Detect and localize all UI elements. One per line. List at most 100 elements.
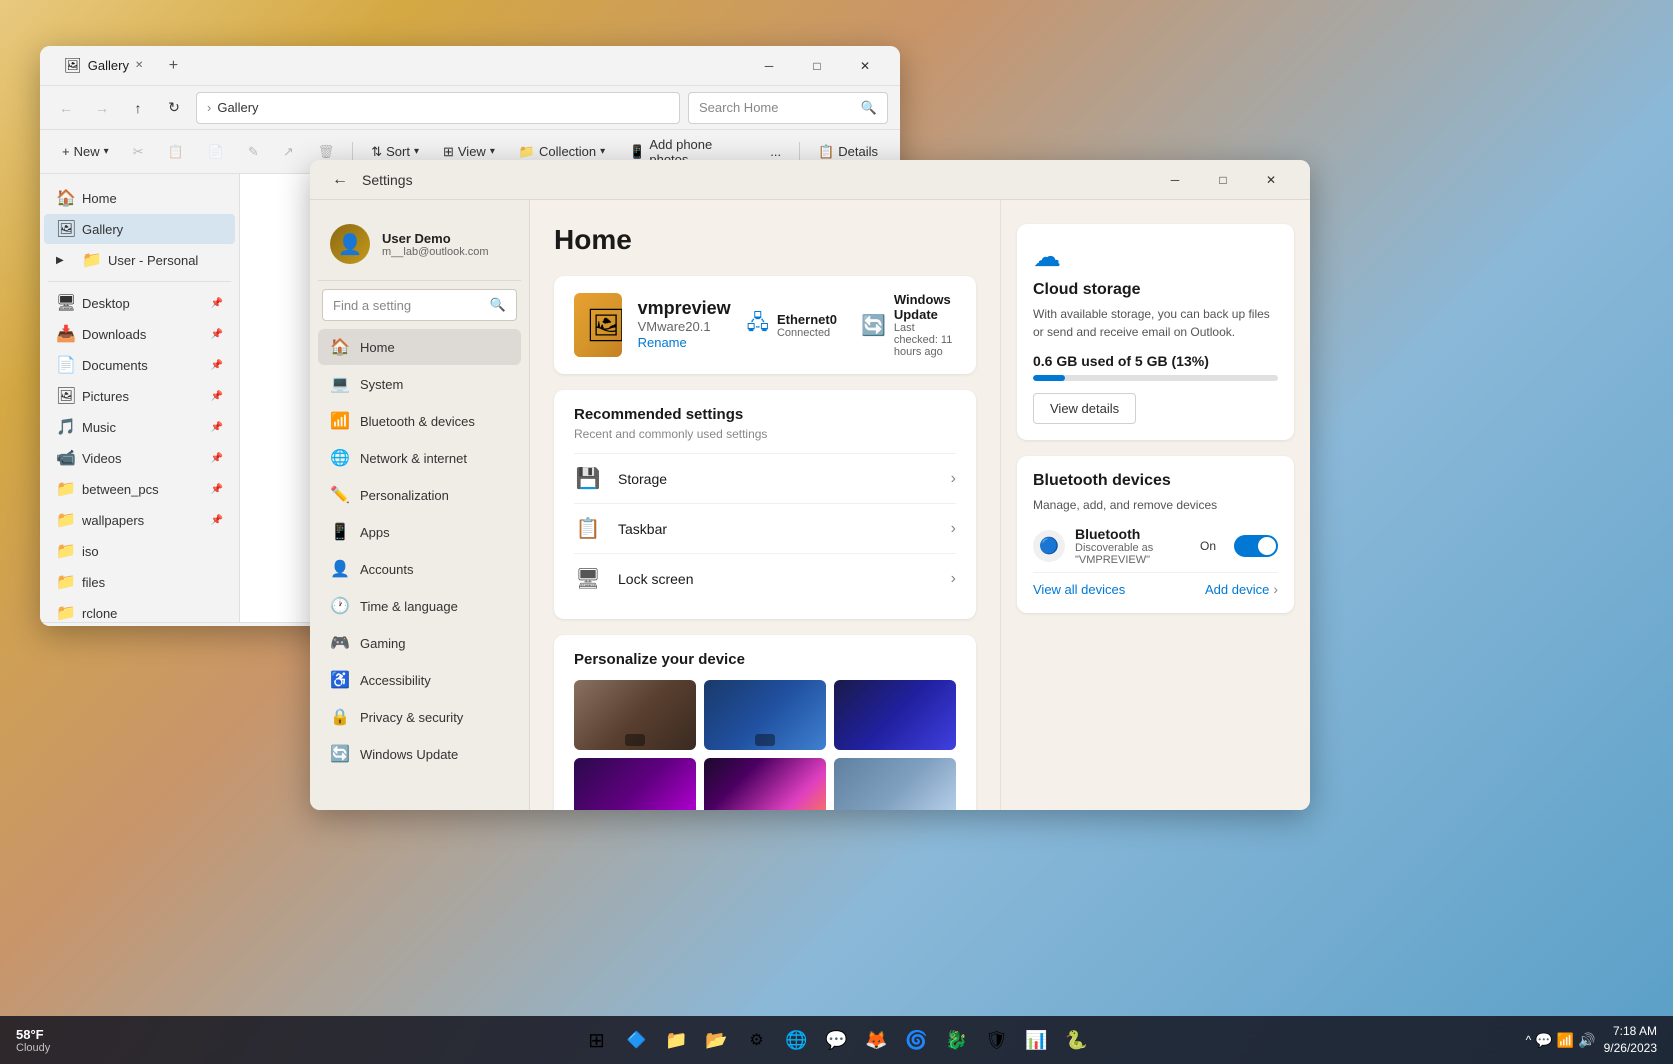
back-button[interactable]: ← <box>52 94 80 122</box>
wallpaper-5[interactable] <box>704 758 826 810</box>
settings-user-profile[interactable]: 👤 User Demo m__lab@outlook.com <box>318 216 521 281</box>
settings-nav-accessibility[interactable]: ♿ Accessibility <box>318 662 521 698</box>
wallpaper-4[interactable] <box>574 758 696 810</box>
file-explorer-taskbar-btn[interactable]: 📁 <box>659 1022 695 1058</box>
paste-button[interactable]: 📄 <box>198 140 234 164</box>
sidebar-item-videos[interactable]: 📹 Videos 📌 <box>44 443 235 473</box>
sidebar-item-wallpapers[interactable]: 📁 wallpapers 📌 <box>44 505 235 535</box>
wallpaper-1[interactable] <box>574 680 696 750</box>
sidebar-item-desktop[interactable]: 🖥 Desktop 📌 <box>44 288 235 318</box>
rename-button[interactable]: ✎ <box>238 140 269 164</box>
apps-nav-icon: 📱 <box>330 522 350 542</box>
system-nav-label: System <box>360 377 403 392</box>
settings-nav-bluetooth[interactable]: 📶 Bluetooth & devices <box>318 403 521 439</box>
new-button[interactable]: + New ▾ <box>52 140 119 163</box>
accessibility-nav-icon: ♿ <box>330 670 350 690</box>
settings-nav-network[interactable]: 🌐 Network & internet <box>318 440 521 476</box>
view-label: View <box>458 144 486 159</box>
sidebar-divider <box>48 281 231 282</box>
pin-icon-6: 📌 <box>211 453 223 464</box>
terminal-taskbar-btn[interactable]: 💬 <box>819 1022 855 1058</box>
sidebar-item-rclone[interactable]: 📁 rclone <box>44 598 235 622</box>
edge-taskbar-btn[interactable]: 🌐 <box>779 1022 815 1058</box>
sidebar-item-documents[interactable]: 📄 Documents 📌 <box>44 350 235 380</box>
wallpaper-6[interactable] <box>834 758 956 810</box>
sidebar-item-user[interactable]: ▶ 📁 User - Personal <box>44 245 235 275</box>
forward-button[interactable]: → <box>88 94 116 122</box>
avatar-icon: 👤 <box>338 232 363 257</box>
new-tab-button[interactable]: + <box>159 52 187 80</box>
profile-info: vmpreview VMware20.1 Rename <box>638 298 731 352</box>
profile-card: 🖼 vmpreview VMware20.1 Rename 🖧 Ethernet… <box>554 276 976 374</box>
sidebar-item-between-pcs[interactable]: 📁 between_pcs 📌 <box>44 474 235 504</box>
settings-nav-apps[interactable]: 📱 Apps <box>318 514 521 550</box>
chrome-taskbar-btn[interactable]: 🐉 <box>939 1022 975 1058</box>
search-bar[interactable]: Search Home 🔍 <box>688 92 888 124</box>
settings-nav-accounts[interactable]: 👤 Accounts <box>318 551 521 587</box>
start-button[interactable]: ⊞ <box>579 1022 615 1058</box>
explorer-window-controls: ─ □ ✕ <box>746 50 888 82</box>
copy-button[interactable]: 📋 <box>158 140 194 164</box>
settings-right-panel: ☁ Cloud storage With available storage, … <box>1000 200 1310 810</box>
view-all-devices-link[interactable]: View all devices <box>1033 582 1125 597</box>
desktop-icon: 🖥 <box>56 293 74 313</box>
settings-nav-system[interactable]: 💻 System <box>318 366 521 402</box>
onenote-taskbar-btn[interactable]: 📊 <box>1019 1022 1055 1058</box>
refresh-button[interactable]: ↻ <box>160 94 188 122</box>
settings-nav-time[interactable]: 🕐 Time & language <box>318 588 521 624</box>
sidebar-item-home[interactable]: 🏠 Home <box>44 183 235 213</box>
lockscreen-rec-item[interactable]: 🖥 Lock screen › <box>574 553 956 603</box>
bluetooth-toggle[interactable] <box>1234 535 1278 557</box>
tab-close-btn[interactable]: ✕ <box>135 60 143 71</box>
settings-nav-gaming[interactable]: 🎮 Gaming <box>318 625 521 661</box>
lockscreen-arrow-icon: › <box>951 570 956 588</box>
sidebar-item-downloads[interactable]: 📥 Downloads 📌 <box>44 319 235 349</box>
taskbar-folder-btn[interactable]: 📂 <box>699 1022 735 1058</box>
brave-taskbar-btn[interactable]: 🌀 <box>899 1022 935 1058</box>
settings-minimize-btn[interactable]: ─ <box>1152 164 1198 196</box>
sidebar-wallpapers-label: wallpapers <box>82 513 144 528</box>
firefox-taskbar-btn[interactable]: 🦊 <box>859 1022 895 1058</box>
sort-dropdown-icon: ▾ <box>414 146 419 157</box>
taskbar-rec-item[interactable]: 📋 Taskbar › <box>574 503 956 553</box>
settings-nav-home[interactable]: 🏠 Home <box>318 329 521 365</box>
update-icon: 🔄 <box>861 313 886 338</box>
extra-taskbar-btn[interactable]: 🐍 <box>1059 1022 1095 1058</box>
view-details-button[interactable]: View details <box>1033 393 1136 424</box>
explorer-maximize-btn[interactable]: □ <box>794 50 840 82</box>
storage-rec-item[interactable]: 💾 Storage › <box>574 453 956 503</box>
add-device-link[interactable]: Add device <box>1205 582 1269 597</box>
settings-nav-personalization[interactable]: ✏️ Personalization <box>318 477 521 513</box>
explorer-minimize-btn[interactable]: ─ <box>746 50 792 82</box>
wallpaper-3[interactable] <box>834 680 956 750</box>
widgets-button[interactable]: 🔷 <box>619 1022 655 1058</box>
settings-nav-windows-update[interactable]: 🔄 Windows Update <box>318 736 521 772</box>
cut-button[interactable]: ✂ <box>123 140 154 164</box>
wallpaper-2[interactable] <box>704 680 826 750</box>
sidebar-item-iso[interactable]: 📁 iso <box>44 536 235 566</box>
system-tray[interactable]: ^ 💬 📶 🔊 <box>1526 1032 1596 1049</box>
address-bar[interactable]: › Gallery <box>196 92 680 124</box>
taskbar-clock[interactable]: 7:18 AM 9/26/2023 <box>1604 1023 1657 1057</box>
tab-gallery[interactable]: 🖼 Gallery ✕ <box>52 53 155 78</box>
sidebar-item-music[interactable]: 🎵 Music 📌 <box>44 412 235 442</box>
lockscreen-icon: 🖥 <box>574 566 602 591</box>
settings-search-bar[interactable]: Find a setting 🔍 <box>322 289 517 321</box>
sidebar-item-gallery[interactable]: 🖼 Gallery <box>44 214 235 244</box>
settings-taskbar-btn[interactable]: ⚙ <box>739 1022 775 1058</box>
settings-nav-privacy[interactable]: 🔒 Privacy & security <box>318 699 521 735</box>
settings-back-button[interactable]: ← <box>326 166 354 194</box>
up-button[interactable]: ↑ <box>124 94 152 122</box>
bluetooth-card-title: Bluetooth devices <box>1033 472 1278 490</box>
taskbar-weather[interactable]: 58°F Cloudy <box>16 1027 50 1054</box>
settings-maximize-btn[interactable]: □ <box>1200 164 1246 196</box>
sidebar-item-files[interactable]: 📁 files <box>44 567 235 597</box>
files-icon: 📁 <box>56 572 74 592</box>
profile-rename-link[interactable]: Rename <box>638 335 687 350</box>
taskbar-icon: 📋 <box>574 516 602 541</box>
share-button[interactable]: ↗ <box>273 140 304 164</box>
explorer-close-btn[interactable]: ✕ <box>842 50 888 82</box>
sidebar-item-pictures[interactable]: 🖼 Pictures 📌 <box>44 381 235 411</box>
settings-close-btn[interactable]: ✕ <box>1248 164 1294 196</box>
opera-taskbar-btn[interactable]: 🛡 <box>979 1022 1015 1058</box>
